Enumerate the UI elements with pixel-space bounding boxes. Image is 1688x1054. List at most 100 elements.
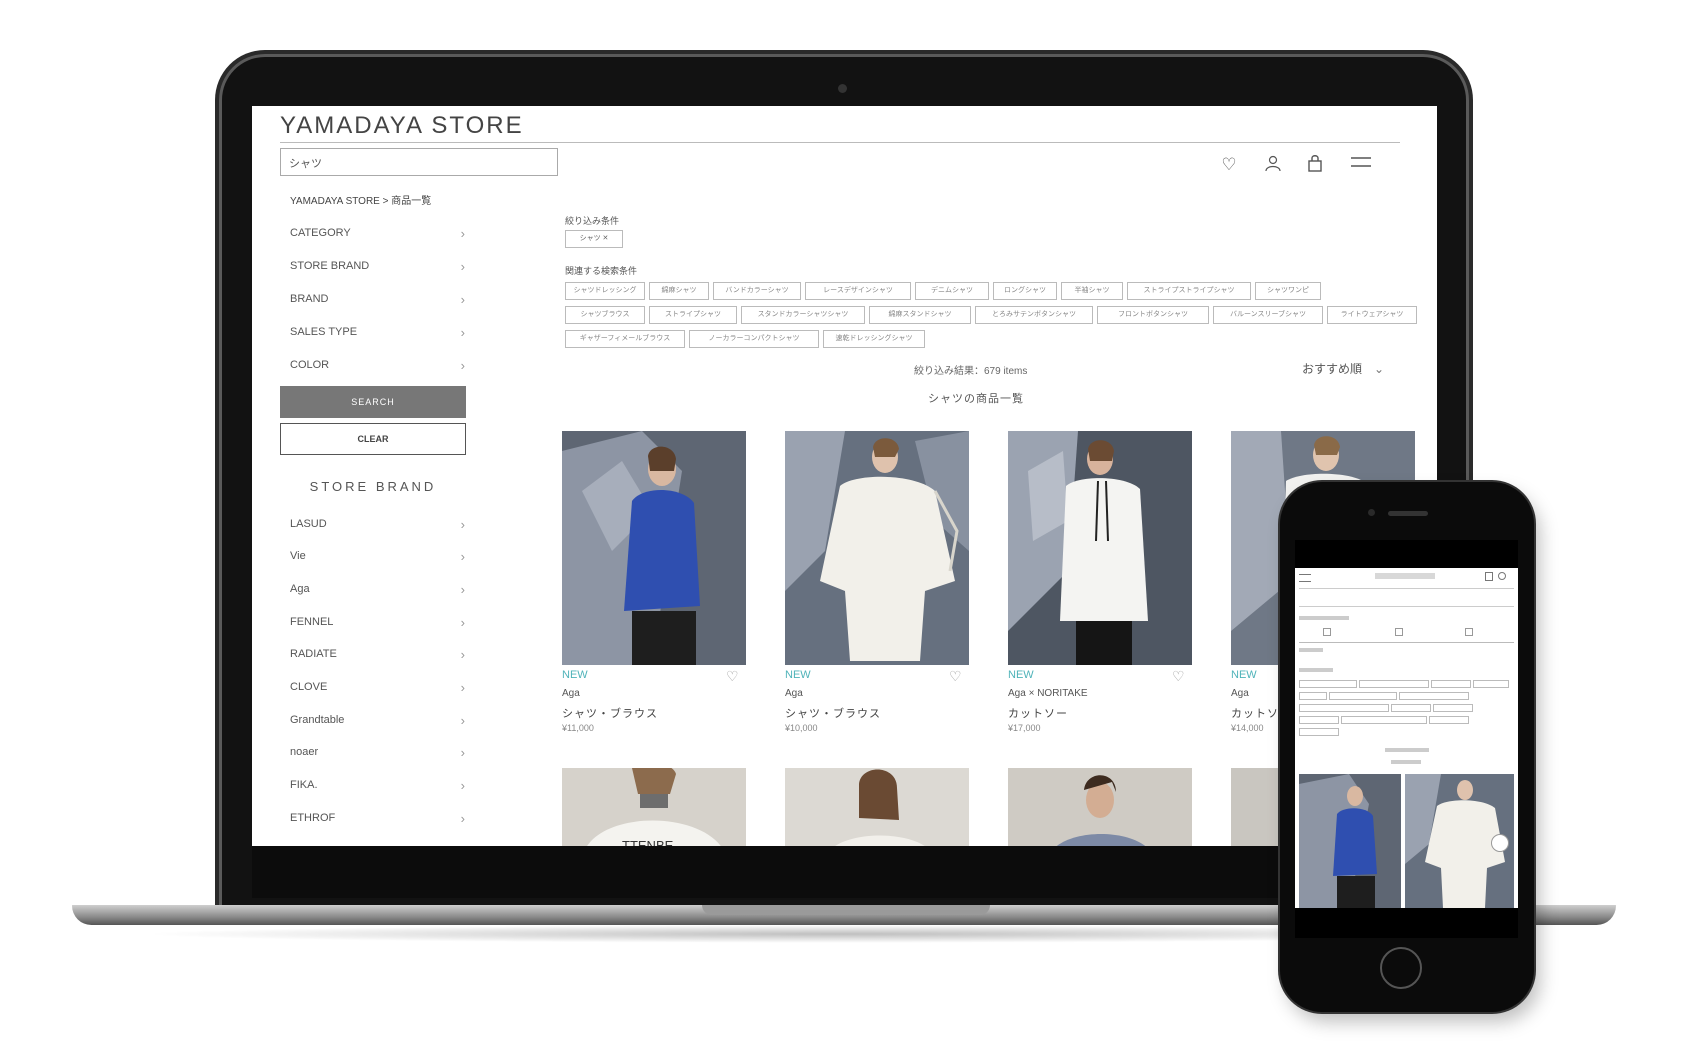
related-tag[interactable]: ライトウェアシャツ: [1327, 306, 1417, 324]
bag-icon[interactable]: [1304, 154, 1326, 176]
sort-icon[interactable]: [1395, 628, 1403, 636]
product-image[interactable]: [562, 431, 746, 665]
heart-icon[interactable]: ♡: [1172, 668, 1185, 685]
mobile-divider: [1299, 588, 1514, 589]
related-tag[interactable]: とろみサテンボタンシャツ: [975, 306, 1093, 324]
mobile-tag[interactable]: [1433, 704, 1473, 712]
related-tag[interactable]: 速乾ドレッシングシャツ: [823, 330, 925, 348]
mobile-tag[interactable]: [1399, 692, 1469, 700]
sidebar-brand-item[interactable]: FIKA. ›: [290, 769, 465, 801]
scroll-top-button[interactable]: [1491, 834, 1509, 852]
user-icon[interactable]: [1262, 154, 1284, 176]
chevron-right-icon: ›: [460, 357, 465, 373]
related-tag[interactable]: 綿麻シャツ: [649, 282, 709, 300]
sidebar-brand-item[interactable]: FENNEL ›: [290, 606, 465, 638]
chevron-right-icon: ›: [460, 646, 465, 662]
filter-category[interactable]: CATEGORY ›: [290, 218, 465, 248]
filter-brand[interactable]: BRAND ›: [290, 284, 465, 314]
mobile-tag[interactable]: [1473, 680, 1509, 688]
phone-camera: [1368, 509, 1375, 516]
mobile-tag[interactable]: [1391, 704, 1431, 712]
mobile-tag[interactable]: [1299, 728, 1339, 736]
related-tag[interactable]: ストライプシャツ: [649, 306, 737, 324]
related-tag[interactable]: スタンドカラーシャツシャツ: [741, 306, 865, 324]
mobile-search-input[interactable]: [1299, 594, 1514, 607]
mobile-tag[interactable]: [1299, 716, 1339, 724]
heart-icon[interactable]: ♡: [1218, 154, 1240, 176]
filter-color[interactable]: COLOR ›: [290, 350, 465, 380]
related-tag[interactable]: デニムシャツ: [915, 282, 989, 300]
store-logo[interactable]: YAMADAYA STORE: [280, 112, 524, 140]
filter-sales-type[interactable]: SALES TYPE ›: [290, 317, 465, 347]
related-tag[interactable]: シャツブラウス: [565, 306, 645, 324]
chevron-right-icon: ›: [460, 679, 465, 695]
product-name[interactable]: シャツ・ブラウス: [562, 705, 658, 721]
related-tag[interactable]: バルーンスリーブシャツ: [1213, 306, 1323, 324]
user-icon[interactable]: [1498, 572, 1506, 580]
filter-icon[interactable]: [1323, 628, 1331, 636]
sidebar-brand-item[interactable]: ETHROF ›: [290, 802, 465, 834]
breadcrumb[interactable]: YAMADAYA STORE > 商品一覧: [290, 192, 431, 207]
brand-label: LASUD: [290, 518, 327, 530]
clear-button[interactable]: CLEAR: [280, 423, 466, 455]
view-icon[interactable]: [1465, 628, 1473, 636]
search-button[interactable]: SEARCH: [280, 386, 466, 418]
sidebar-brand-item[interactable]: RADIATE ›: [290, 638, 465, 670]
product-image[interactable]: [1008, 768, 1192, 846]
search-input[interactable]: シャツ: [280, 148, 558, 176]
related-tag[interactable]: バンドカラーシャツ: [713, 282, 801, 300]
product-name[interactable]: シャツ・ブラウス: [785, 705, 881, 721]
related-tag[interactable]: ギャザーフィメールブラウス: [565, 330, 685, 348]
product-brand[interactable]: Aga × NORITAKE: [1008, 688, 1088, 699]
mobile-tag[interactable]: [1429, 716, 1469, 724]
product-brand[interactable]: Aga: [1231, 688, 1249, 699]
related-tag[interactable]: フロントボタンシャツ: [1097, 306, 1209, 324]
sidebar-brand-item[interactable]: Grandtable ›: [290, 704, 465, 736]
product-price: ¥11,000: [562, 723, 594, 733]
mobile-tag[interactable]: [1359, 680, 1429, 688]
product-image[interactable]: [785, 431, 969, 665]
hamburger-icon[interactable]: [1299, 574, 1311, 582]
new-badge: NEW: [562, 669, 588, 681]
product-image[interactable]: [785, 768, 969, 846]
filter-store-brand[interactable]: STORE BRAND ›: [290, 251, 465, 281]
mobile-product-image[interactable]: [1299, 774, 1401, 908]
related-tag[interactable]: シャツワンピ: [1255, 282, 1321, 300]
hamburger-icon[interactable]: [1350, 154, 1372, 176]
mobile-tag[interactable]: [1299, 692, 1327, 700]
mobile-tag[interactable]: [1329, 692, 1397, 700]
related-tag[interactable]: 綿麻スタンドシャツ: [869, 306, 971, 324]
sidebar-brand-item[interactable]: CLOVE ›: [290, 671, 465, 703]
related-tag[interactable]: 半袖シャツ: [1061, 282, 1123, 300]
mobile-logo[interactable]: [1375, 573, 1435, 579]
product-price: ¥10,000: [785, 723, 818, 733]
sidebar-brand-item[interactable]: Vie ›: [290, 540, 465, 572]
chevron-right-icon: ›: [460, 258, 465, 274]
active-filter-tag[interactable]: シャツ ✕: [565, 230, 623, 248]
product-brand[interactable]: Aga: [562, 688, 580, 699]
phone-home-button: [1380, 947, 1422, 989]
product-image[interactable]: TTENBE: [562, 768, 746, 846]
related-tag[interactable]: ロングシャツ: [993, 282, 1057, 300]
related-tag[interactable]: ストライプストライプシャツ: [1127, 282, 1251, 300]
related-tag[interactable]: ノーカラーコンパクトシャツ: [689, 330, 819, 348]
mobile-tag[interactable]: [1299, 680, 1357, 688]
sort-select[interactable]: おすすめ順 ⌄: [1302, 360, 1384, 377]
heart-icon[interactable]: ♡: [726, 668, 739, 685]
mobile-tag[interactable]: [1431, 680, 1471, 688]
product-name[interactable]: カットソー: [1008, 705, 1068, 721]
mobile-tag[interactable]: [1299, 704, 1389, 712]
sidebar-brand-item[interactable]: LASUD ›: [290, 508, 465, 540]
heart-icon[interactable]: ♡: [949, 668, 962, 685]
product-price: ¥17,000: [1008, 723, 1041, 733]
related-tag[interactable]: レースデザインシャツ: [805, 282, 911, 300]
brand-label: ETHROF: [290, 812, 336, 824]
sidebar-brand-item[interactable]: noaer ›: [290, 736, 465, 768]
product-image[interactable]: [1008, 431, 1192, 665]
mobile-tag[interactable]: [1341, 716, 1427, 724]
product-brand[interactable]: Aga: [785, 688, 803, 699]
bag-icon[interactable]: [1485, 572, 1493, 581]
brand-label: noaer: [290, 746, 319, 758]
related-tag[interactable]: シャツドレッシング: [565, 282, 645, 300]
sidebar-brand-item[interactable]: Aga ›: [290, 573, 465, 605]
